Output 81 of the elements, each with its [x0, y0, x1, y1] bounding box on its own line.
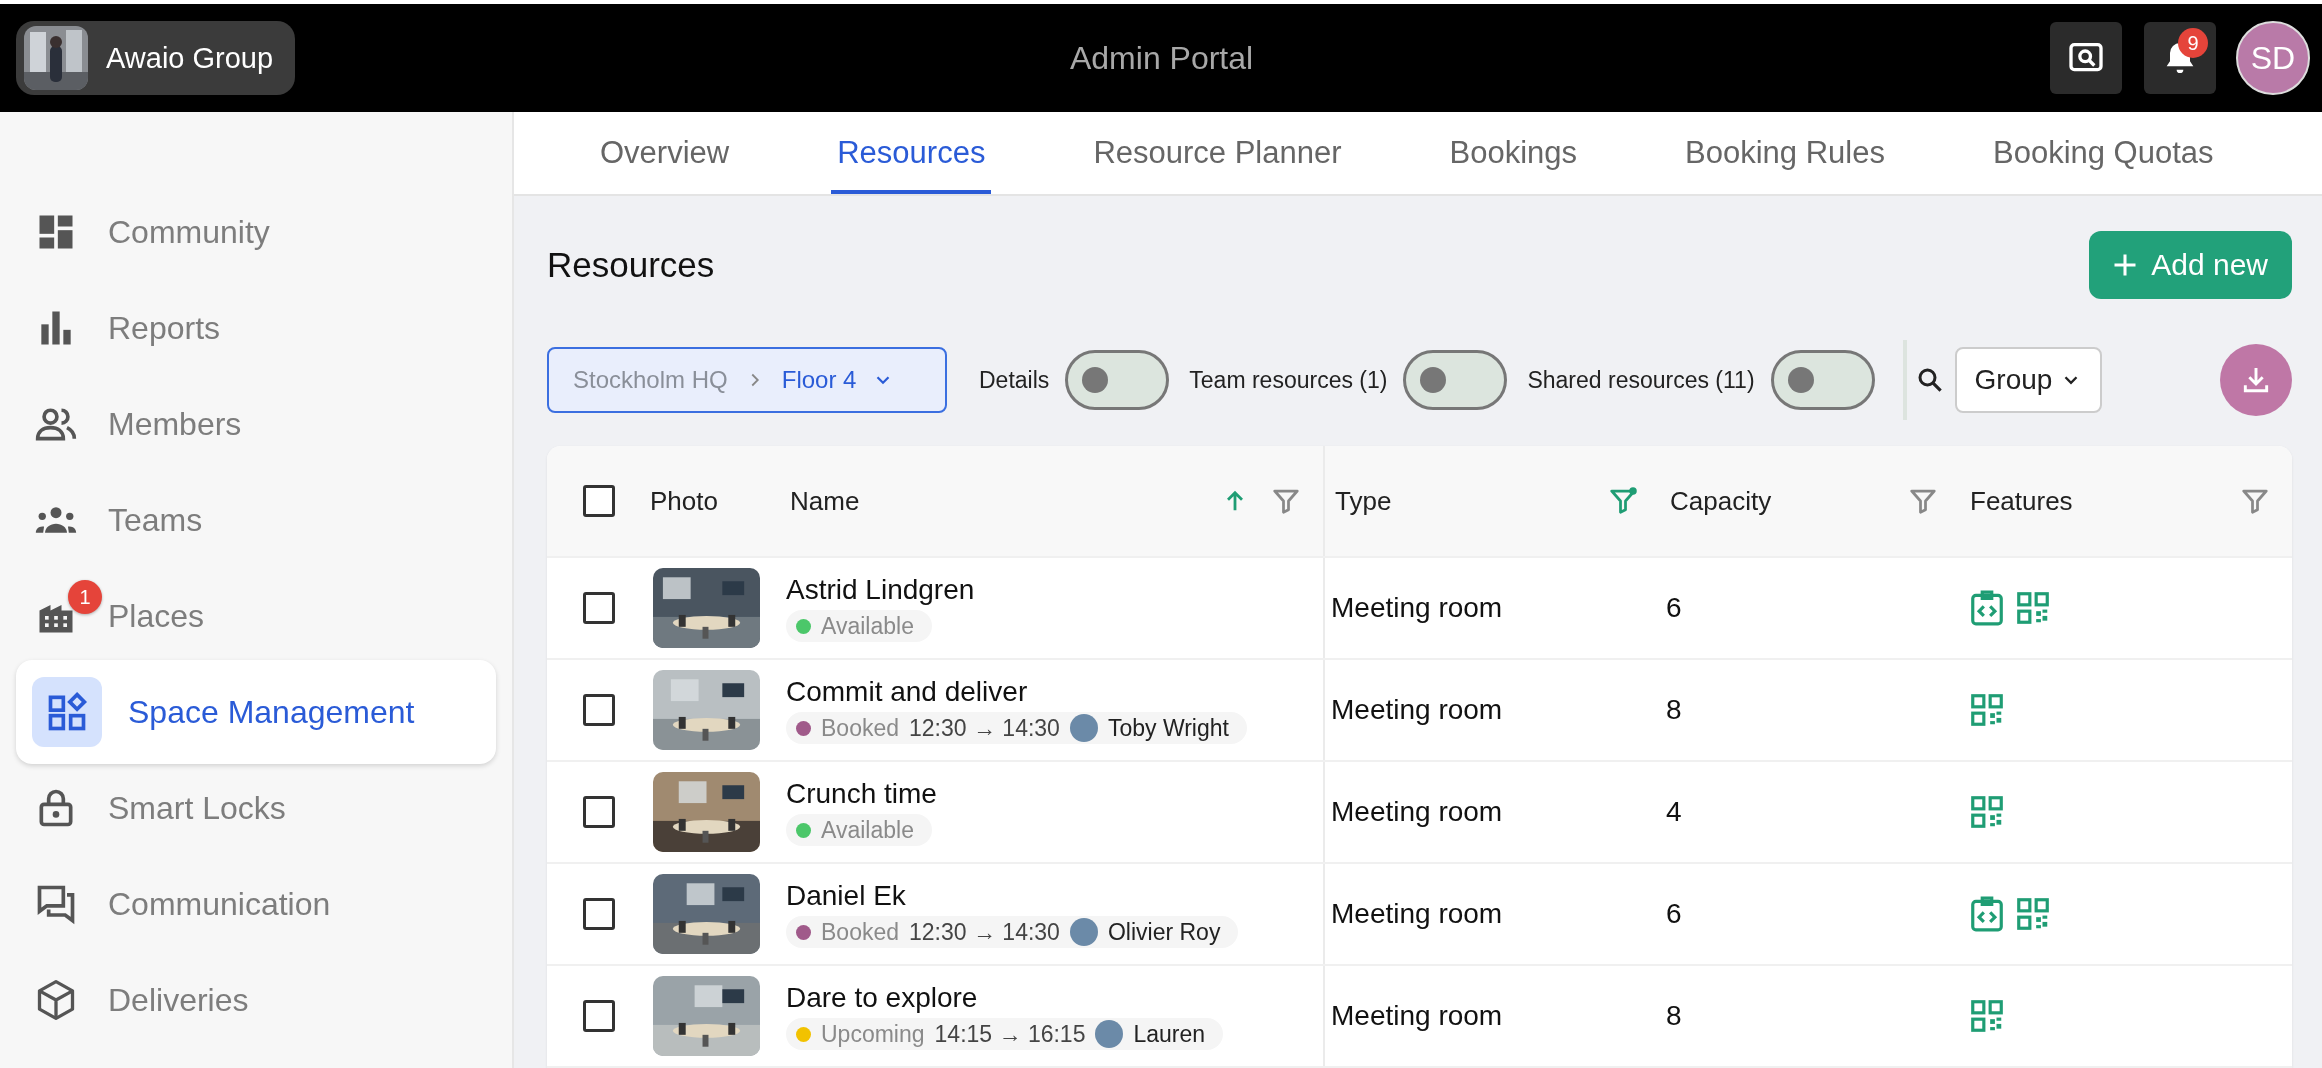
group-dropdown[interactable]: Group [1954, 347, 2103, 413]
tab[interactable]: Resources [831, 112, 992, 194]
booking-time: 12:30 → 14:30 [909, 918, 1060, 946]
column-header: Features [1970, 485, 2073, 517]
toggle-switch[interactable] [1065, 350, 1170, 410]
row-checkbox[interactable] [582, 592, 615, 624]
person-name: Toby Wright [1107, 714, 1229, 742]
person-name: Olivier Roy [1107, 918, 1221, 946]
tab[interactable]: Bookings [1443, 112, 1584, 194]
row-checkbox[interactable] [582, 898, 615, 930]
add-new-button[interactable]: Add new [2089, 231, 2292, 299]
row-checkbox[interactable] [582, 796, 615, 828]
avatar-icon [1095, 1020, 1124, 1048]
column-header: Photo [650, 485, 718, 517]
status-label: Available [821, 816, 914, 844]
breadcrumb-item: Floor 4 [781, 366, 857, 394]
tab[interactable]: Overview [594, 112, 736, 194]
avatar-icon [1069, 714, 1098, 742]
table-cell-text: Meeting room [1330, 898, 1503, 930]
status-label: Booked [821, 918, 899, 946]
resource-name: Daniel Ek [786, 880, 906, 912]
table-cell-text: Meeting room [1330, 796, 1503, 828]
resource-name: Astrid Lindgren [786, 574, 975, 606]
column-header: Name [790, 485, 860, 517]
qr-code-icon [1968, 793, 2006, 831]
filter-icon[interactable] [1608, 486, 1638, 516]
notification-count: 9 [2178, 28, 2208, 58]
table-cell-text: Meeting room [1330, 694, 1503, 726]
location-selector[interactable]: Stockholm HQ Floor 4 [547, 347, 947, 413]
row-checkbox[interactable] [582, 1000, 615, 1032]
notifications-button[interactable]: 9 [2144, 22, 2216, 94]
tab[interactable]: Resource Planner [1087, 112, 1348, 194]
page-title: Resources [547, 245, 715, 285]
sidebar-item[interactable]: Teams [16, 472, 496, 568]
person-name: Lauren [1133, 1020, 1206, 1048]
toggle-switch[interactable] [1770, 350, 1875, 410]
count-badge: 1 [68, 580, 102, 614]
row-checkbox[interactable] [582, 694, 615, 726]
organization-name: Awaio Group [106, 41, 274, 75]
sidebar-item[interactable]: Deliveries [16, 952, 496, 1048]
organization-switcher[interactable]: Awaio Group [16, 21, 296, 95]
table-cell-text: 6 [1665, 898, 1682, 930]
qr-code-icon [2014, 895, 2052, 933]
sidebar-item[interactable]: Reports [16, 280, 496, 376]
sidebar-item[interactable]: Members [16, 376, 496, 472]
resource-name: Crunch time [786, 778, 937, 810]
qr-code-icon [1968, 691, 2006, 729]
table-cell-text: 6 [1665, 592, 1682, 624]
toggle-label: Shared resources (11) [1527, 366, 1755, 394]
sidebar-item[interactable]: Community [16, 184, 496, 280]
avatar-icon [1069, 918, 1098, 946]
qr-code-icon [1968, 997, 2006, 1035]
sidebar-item[interactable]: Communication [16, 856, 496, 952]
booking-time: 12:30 → 14:30 [909, 714, 1060, 742]
column-header: Type [1335, 485, 1392, 517]
toggle-label: Team resources (1) [1189, 366, 1388, 394]
status-label: Available [821, 612, 914, 640]
breadcrumb-item: Stockholm HQ [573, 366, 728, 394]
clipboard-code-icon [1968, 895, 2006, 933]
clipboard-code-icon [1968, 589, 2006, 627]
tab[interactable]: Booking Rules [1679, 112, 1891, 194]
table-cell-text: 8 [1665, 694, 1682, 726]
portal-title: Admin Portal [1068, 39, 1255, 77]
resource-name: Commit and deliver [786, 676, 1028, 708]
booking-time: 14:15 → 16:15 [934, 1020, 1086, 1048]
status-label: Upcoming [821, 1020, 925, 1048]
table-cell-text: 8 [1665, 1000, 1682, 1032]
select-all-checkbox[interactable] [582, 485, 615, 517]
resource-name: Dare to explore [786, 982, 978, 1014]
qr-code-icon [2014, 589, 2052, 627]
search-button[interactable] [2050, 22, 2122, 94]
toggle-switch[interactable] [1403, 350, 1508, 410]
status-label: Booked [821, 714, 899, 742]
table-cell-text: 4 [1665, 796, 1682, 828]
toggle-label: Details [979, 366, 1050, 394]
user-avatar[interactable]: SD [2236, 21, 2310, 95]
tab[interactable]: Booking Quotas [1986, 112, 2220, 194]
table-cell-text: Meeting room [1330, 592, 1503, 624]
sidebar-item[interactable]: Space Management [16, 660, 496, 764]
table-cell-text: Meeting room [1330, 1000, 1503, 1032]
column-header: Capacity [1670, 485, 1772, 517]
